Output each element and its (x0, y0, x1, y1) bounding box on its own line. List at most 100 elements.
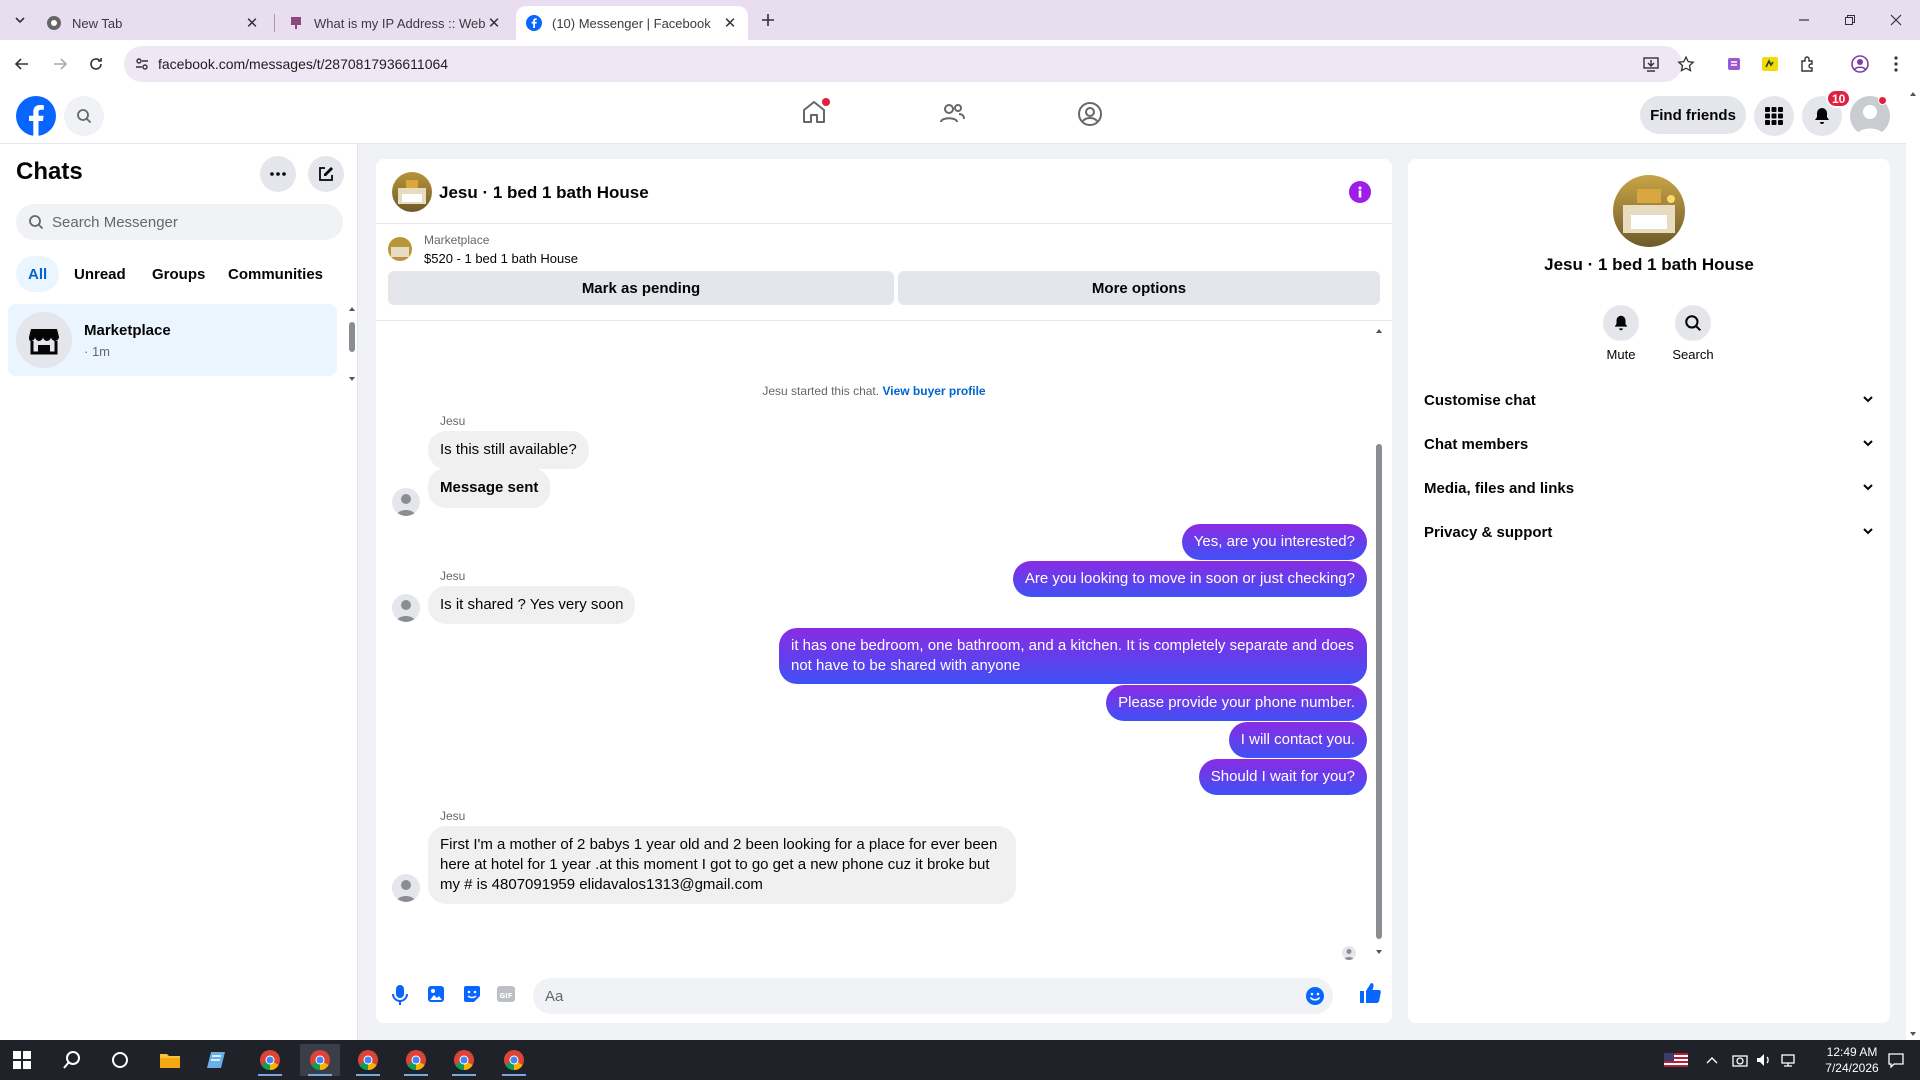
bell-icon (1815, 108, 1829, 124)
minimize-icon[interactable] (1792, 8, 1816, 32)
filter-groups[interactable]: Groups (140, 256, 217, 292)
microphone-icon[interactable] (390, 984, 410, 1006)
home-notification-dot (822, 98, 830, 106)
restore-icon[interactable] (1838, 8, 1862, 32)
tray-volume-icon[interactable] (1752, 1044, 1776, 1076)
nav-home[interactable] (800, 98, 832, 130)
filter-all[interactable]: All (16, 256, 60, 292)
page-scrollbar[interactable] (1906, 88, 1920, 1040)
message-bubble-outgoing[interactable]: it has one bedroom, one bathroom, and a … (779, 628, 1367, 684)
reload-icon[interactable] (84, 52, 108, 76)
facebook-logo-icon[interactable] (16, 96, 56, 136)
url-text[interactable]: facebook.com/messages/t/2870817936611064 (158, 56, 448, 72)
action-center-icon[interactable] (1880, 1044, 1912, 1076)
search-button[interactable] (64, 96, 104, 136)
browser-tab-bar: New Tab ✕ What is my IP Address :: WebBr… (0, 0, 1920, 40)
tab-close-icon[interactable]: ✕ (722, 15, 738, 32)
section-media-files-links[interactable]: Media, files and links (1424, 470, 1874, 506)
gif-icon[interactable]: GIF (496, 984, 516, 1004)
search-messenger-input[interactable]: Search Messenger (16, 204, 343, 240)
taskbar-chrome-6[interactable] (494, 1044, 534, 1076)
site-info-icon[interactable] (134, 56, 150, 72)
tab-close-icon[interactable]: ✕ (244, 15, 260, 32)
message-bubble-incoming[interactable]: Is it shared ? Yes very soon (428, 586, 636, 624)
profile-icon[interactable] (1848, 52, 1872, 76)
conversation-avatar[interactable] (392, 172, 432, 212)
forward-arrow-icon[interactable] (48, 52, 72, 76)
sidebar-scrollbar[interactable] (348, 304, 356, 384)
taskbar-chrome-5[interactable] (444, 1044, 484, 1076)
taskbar-chrome-2[interactable] (300, 1044, 340, 1076)
folder-icon (160, 1054, 180, 1068)
menu-kebab-icon[interactable] (1884, 52, 1908, 76)
emoji-icon[interactable] (1305, 986, 1325, 1006)
section-privacy-support[interactable]: Privacy & support (1424, 514, 1874, 550)
chat-list-item-marketplace[interactable]: Marketplace · 1m (8, 304, 337, 376)
listing-title[interactable]: $520 - 1 bed 1 bath House (424, 251, 578, 266)
message-bubble-outgoing[interactable]: Should I wait for you? (1198, 759, 1367, 795)
listing-thumbnail[interactable] (388, 237, 412, 261)
info-avatar[interactable] (1613, 175, 1685, 247)
tab-new-tab[interactable]: New Tab ✕ (36, 6, 270, 40)
close-window-icon[interactable] (1884, 8, 1908, 32)
message-input[interactable]: Aa (533, 978, 1333, 1014)
nav-gaming[interactable] (1076, 100, 1108, 132)
find-friends-button[interactable]: Find friends (1640, 96, 1746, 134)
start-button[interactable] (2, 1044, 42, 1076)
back-arrow-icon[interactable] (10, 52, 34, 76)
conversation-scrollbar[interactable] (1374, 326, 1384, 958)
omnibox[interactable]: facebook.com/messages/t/2870817936611064 (124, 46, 1682, 82)
message-bubble-incoming[interactable]: Message sent (428, 468, 551, 508)
tray-network-icon[interactable] (1776, 1044, 1800, 1076)
friends-icon (940, 104, 965, 123)
install-app-icon[interactable] (1642, 55, 1660, 73)
taskbar-clock[interactable]: 12:49 AM 7/24/2026 (1820, 1044, 1884, 1076)
message-bubble-incoming[interactable]: First I'm a mother of 2 babys 1 year old… (428, 826, 1016, 904)
tray-camera-icon[interactable] (1728, 1044, 1752, 1076)
tab-search-chevron-icon[interactable] (8, 8, 32, 32)
taskbar-chrome-3[interactable] (348, 1044, 388, 1076)
taskbar-search-button[interactable] (52, 1044, 92, 1076)
chat-options-button[interactable] (260, 156, 296, 192)
message-bubble-incoming[interactable]: Is this still available? (428, 431, 589, 469)
section-chat-members[interactable]: Chat members (1424, 426, 1874, 462)
menu-button[interactable] (1754, 96, 1794, 136)
mark-as-pending-button[interactable]: Mark as pending (388, 271, 894, 305)
tab-close-icon[interactable]: ✕ (486, 15, 502, 32)
taskbar-chrome-1[interactable] (250, 1044, 290, 1076)
tab-ip-address[interactable]: What is my IP Address :: WebBrowserTools… (278, 6, 512, 40)
section-customise-chat[interactable]: Customise chat (1424, 382, 1874, 418)
taskbar-chrome-4[interactable] (396, 1044, 436, 1076)
new-message-button[interactable] (308, 156, 344, 192)
filter-unread[interactable]: Unread (62, 256, 138, 292)
message-bubble-outgoing[interactable]: Please provide your phone number. (1106, 685, 1367, 721)
conversation-title[interactable]: Jesu · 1 bed 1 bath House (439, 183, 649, 203)
extension-yellow-icon[interactable] (1758, 52, 1782, 76)
extension-purple-icon[interactable] (1722, 52, 1746, 76)
view-buyer-profile-link[interactable]: View buyer profile (882, 384, 985, 398)
tray-flag-icon[interactable] (1656, 1044, 1696, 1076)
clock-time: 12:49 AM (1826, 1045, 1878, 1059)
tab-messenger[interactable]: (10) Messenger | Facebook ✕ (516, 6, 748, 40)
nav-friends[interactable] (938, 100, 970, 132)
filter-communities[interactable]: Communities (216, 256, 335, 292)
taskbar-file-explorer[interactable] (150, 1044, 190, 1076)
cortana-button[interactable] (100, 1044, 140, 1076)
message-bubble-outgoing[interactable]: I will contact you. (1228, 722, 1367, 758)
mute-label: Mute (1606, 347, 1636, 362)
sticker-icon[interactable] (462, 984, 482, 1004)
conversation-info-button[interactable] (1349, 181, 1371, 203)
tray-chevron-up-icon[interactable] (1700, 1044, 1724, 1076)
search-placeholder: Search Messenger (52, 214, 178, 231)
message-bubble-outgoing[interactable]: Are you looking to move in soon or just … (1012, 561, 1367, 597)
more-options-button[interactable]: More options (898, 271, 1380, 305)
extensions-puzzle-icon[interactable] (1796, 52, 1820, 76)
search-in-chat-button[interactable]: Search (1663, 305, 1723, 362)
new-tab-plus-icon[interactable] (756, 8, 780, 32)
bookmark-star-icon[interactable] (1674, 52, 1698, 76)
message-bubble-outgoing[interactable]: Yes, are you interested? (1181, 524, 1367, 560)
like-thumb-icon[interactable] (1358, 981, 1382, 1005)
mute-button[interactable]: Mute (1591, 305, 1651, 362)
photo-icon[interactable] (426, 984, 446, 1004)
taskbar-app-notepad[interactable] (198, 1044, 238, 1076)
